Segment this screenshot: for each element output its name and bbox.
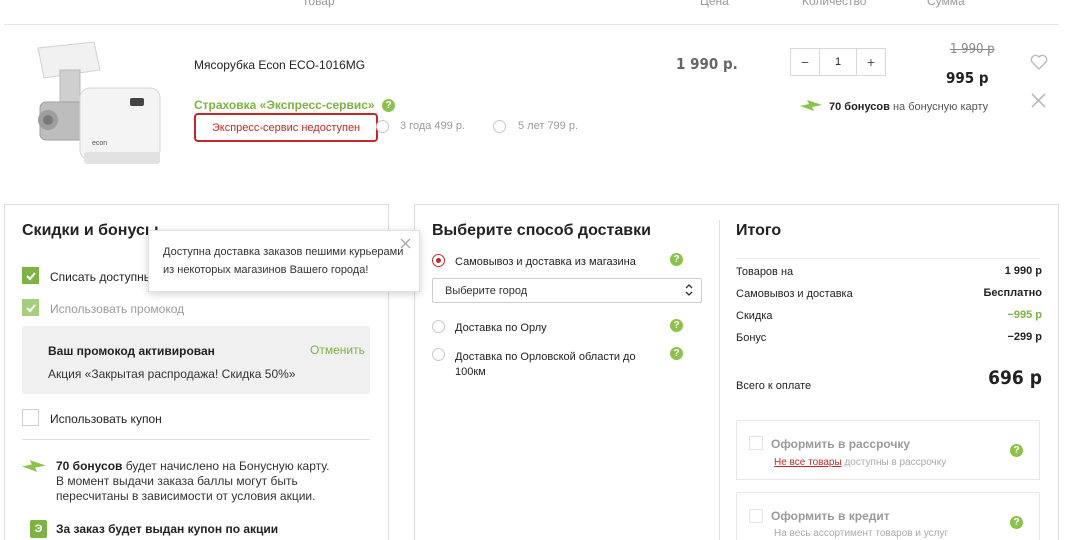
- coupon-info: За заказ будет выдан купон по акции: [56, 522, 279, 536]
- promo-box-text: Акция «Закрытая распродажа! Скидка 50%»: [48, 367, 296, 381]
- promo-cancel-link[interactable]: Отменить: [310, 343, 365, 357]
- tooltip-line1: Доступна доставка заказов пешими курьера…: [163, 246, 404, 258]
- insurance-unavailable-badge: Экспресс-сервис недоступен: [194, 113, 378, 142]
- totals-divider: [736, 258, 1040, 259]
- close-icon[interactable]: [1031, 93, 1046, 111]
- check-icon: [25, 271, 36, 280]
- product-image[interactable]: econ: [30, 40, 170, 170]
- insurance-3y-radio[interactable]: [376, 120, 389, 133]
- help-icon[interactable]: ?: [1010, 444, 1023, 457]
- write-off-checkbox[interactable]: [22, 267, 39, 284]
- column-header-quantity: Количество: [802, 0, 867, 8]
- column-header-sum: Сумма: [927, 0, 965, 8]
- heart-icon[interactable]: [1030, 54, 1048, 73]
- totals-discount-value: −995 р: [1007, 309, 1042, 321]
- credit-checkbox[interactable]: [749, 509, 763, 523]
- bonus-info-amount: 70 бонусов: [56, 459, 123, 473]
- promo-box-title: Ваш промокод активирован: [48, 344, 215, 358]
- meat-grinder-image: econ: [37, 41, 161, 164]
- select-arrows-icon: [685, 283, 693, 300]
- help-icon[interactable]: ?: [670, 319, 683, 332]
- pickup-radio[interactable]: [432, 254, 445, 267]
- discounts-title: Скидки и бонусы: [22, 222, 159, 239]
- quantity-increase-button[interactable]: +: [857, 49, 885, 75]
- quantity-stepper[interactable]: − 1 +: [790, 48, 886, 76]
- quantity-decrease-button[interactable]: −: [791, 49, 819, 75]
- bonus-info-line1: будет начислено на Бонусную карту.: [125, 459, 330, 473]
- write-off-label[interactable]: Списать доступные: [50, 270, 159, 284]
- totals-delivery-label: Самовывоз и доставка: [736, 288, 853, 300]
- region-delivery-radio[interactable]: [432, 348, 445, 361]
- coupon-icon: Э: [30, 520, 47, 538]
- old-sum: 1 990 р: [950, 42, 995, 57]
- grand-total-value: 696 р: [988, 367, 1042, 389]
- help-icon[interactable]: ?: [382, 99, 395, 112]
- bonus-bolt-icon: [22, 459, 46, 476]
- totals-title: Итого: [736, 222, 782, 239]
- bonus-info-line3: пересчитаны в зависимости от условия акц…: [56, 489, 316, 503]
- header-divider: [4, 24, 1059, 25]
- city-select[interactable]: Выберите город: [432, 278, 702, 303]
- delivery-tooltip: Доступна доставка заказов пешими курьера…: [148, 230, 420, 292]
- tooltip-close-icon[interactable]: [400, 237, 411, 255]
- help-icon[interactable]: ?: [670, 347, 683, 360]
- promo-box: [22, 326, 370, 394]
- installment-note-text: доступны в рассрочку: [844, 457, 947, 468]
- insurance-option-3y[interactable]: 3 года 499 р.: [400, 120, 465, 132]
- svg-text:econ: econ: [92, 140, 107, 147]
- item-sum: 995 р: [946, 69, 989, 87]
- city-delivery-label[interactable]: Доставка по Орлу: [455, 322, 547, 334]
- product-name[interactable]: Мясорубка Econ ECO-1016MG: [194, 58, 365, 72]
- item-bonus-amount: 70 бонусов: [829, 101, 890, 113]
- item-bonus: 70 бонусов на бонусную карту: [829, 101, 988, 113]
- totals-discount-label: Скидка: [736, 310, 773, 322]
- bonus-info-line2: В момент выдачи заказа баллы могут быть: [56, 474, 298, 488]
- bonus-bolt-icon: [800, 99, 822, 115]
- installment-note: Не все товары доступны в рассрочку: [774, 457, 946, 468]
- insurance-title[interactable]: Страховка «Экспресс-сервис»: [194, 98, 375, 112]
- totals-goods-value: 1 990 р: [1004, 265, 1042, 277]
- region-delivery-line1: Доставка по Орловской области до: [455, 351, 636, 363]
- insurance-option-5y[interactable]: 5 лет 799 р.: [518, 120, 578, 132]
- bonus-info: 70 бонусов будет начислено на Бонусную к…: [56, 459, 376, 504]
- help-icon[interactable]: ?: [670, 253, 683, 266]
- pickup-label[interactable]: Самовывоз и доставка из магазина: [455, 256, 636, 268]
- check-icon: [25, 303, 36, 312]
- city-delivery-radio[interactable]: [432, 320, 445, 333]
- installment-link[interactable]: Не все товары: [774, 457, 842, 468]
- credit-title[interactable]: Оформить в кредит: [771, 509, 890, 523]
- column-header-product: Товар: [302, 0, 335, 8]
- credit-note: На весь ассортимент товаров и услуг: [774, 528, 949, 539]
- region-delivery-line2: 100км: [455, 366, 486, 378]
- totals-bonus-value: −299 р: [1007, 331, 1042, 343]
- column-header-price: Цена: [700, 0, 729, 8]
- coupon-label[interactable]: Использовать купон: [50, 412, 162, 426]
- region-delivery-label[interactable]: Доставка по Орловской области до 100км: [455, 350, 636, 380]
- checkout-divider: [719, 220, 720, 540]
- grand-total-label: Всего к оплате: [736, 380, 812, 392]
- coupon-checkbox[interactable]: [22, 409, 39, 426]
- city-select-value: Выберите город: [445, 285, 528, 297]
- promo-label[interactable]: Использовать промокод: [50, 302, 184, 316]
- installment-title[interactable]: Оформить в рассрочку: [771, 437, 910, 451]
- help-icon[interactable]: ?: [1010, 516, 1023, 529]
- totals-bonus-label: Бонус: [736, 332, 767, 344]
- totals-delivery-value: Бесплатно: [983, 287, 1043, 299]
- quantity-input[interactable]: 1: [819, 49, 857, 75]
- tooltip-line2: из некоторых магазинов Вашего города!: [163, 264, 369, 276]
- promo-checkbox[interactable]: [22, 299, 39, 316]
- item-bonus-text: на бонусную карту: [892, 101, 989, 113]
- totals-goods-label: Товаров на: [736, 266, 794, 278]
- installment-checkbox[interactable]: [749, 436, 763, 450]
- product-price: 1 990 р.: [676, 55, 738, 73]
- discounts-divider: [22, 439, 370, 440]
- insurance-5y-radio[interactable]: [493, 120, 506, 133]
- delivery-title: Выберите способ доставки: [432, 222, 651, 239]
